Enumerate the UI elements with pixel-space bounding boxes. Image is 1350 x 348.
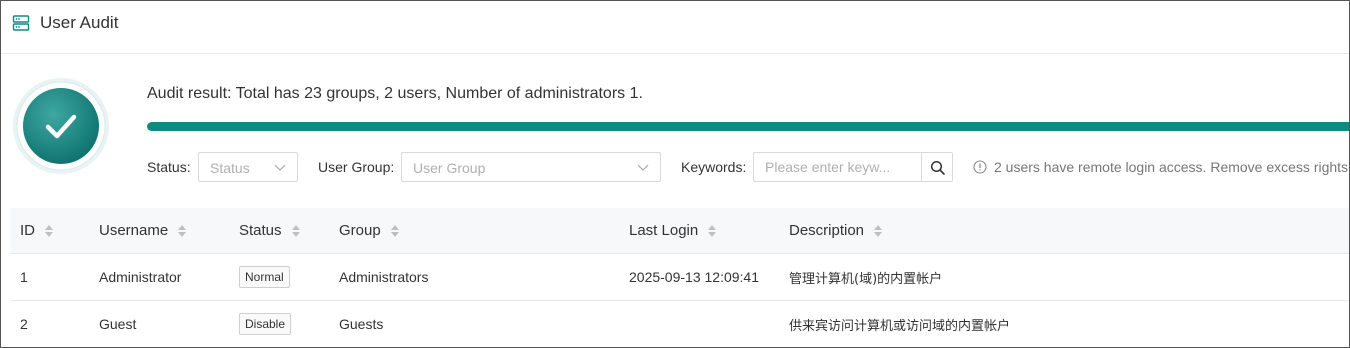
group-filter-label: User Group:	[318, 159, 395, 175]
sort-icon[interactable]	[45, 224, 53, 238]
status-badge: Normal	[239, 266, 290, 288]
chevron-down-icon	[274, 164, 286, 171]
search-icon	[930, 160, 945, 175]
cell-status: Disable	[239, 301, 292, 347]
sort-icon[interactable]	[390, 224, 399, 238]
cell-status: Normal	[239, 254, 290, 300]
cell-username: Guest	[99, 316, 137, 332]
column-header-group[interactable]: Group	[339, 208, 399, 253]
cell-id: 1	[20, 269, 28, 285]
panel-header: User Audit	[1, 1, 1349, 54]
cell-last-login: 2025-09-13 12:09:41	[629, 269, 759, 285]
column-header-id[interactable]: ID	[20, 208, 53, 253]
search-button[interactable]	[921, 152, 953, 182]
table-header: ID Username Status Group Last Login Desc…	[10, 208, 1349, 254]
column-header-status[interactable]: Status	[239, 208, 300, 253]
cell-id: 2	[20, 316, 28, 332]
cell-description: 供来宾访问计算机或访问域的内置帐户	[789, 318, 1011, 334]
column-header-label: Group	[339, 222, 381, 239]
audit-progress-fill	[147, 122, 1349, 131]
column-header-label: Status	[239, 222, 282, 239]
status-badge: Disable	[239, 313, 292, 335]
cell-group: Guests	[339, 316, 384, 332]
cell-description: 管理计算机(域)的内置帐户	[789, 271, 943, 287]
remote-access-notice: 2 users have remote login access. Remove…	[973, 159, 1350, 175]
cell-username: Administrator	[99, 269, 182, 285]
chevron-down-icon	[637, 164, 649, 171]
column-header-username[interactable]: Username	[99, 208, 187, 253]
table-row[interactable]: 1 Administrator Normal Administrators 20…	[10, 254, 1349, 301]
column-header-last-login[interactable]: Last Login	[629, 208, 717, 253]
users-table: ID Username Status Group Last Login Desc…	[10, 208, 1349, 347]
sort-icon[interactable]	[291, 224, 300, 238]
column-header-label: ID	[20, 222, 35, 239]
page-title: User Audit	[40, 13, 119, 32]
column-header-label: Description	[789, 222, 865, 239]
status-select[interactable]: Status	[198, 152, 298, 182]
column-header-label: Last Login	[629, 222, 699, 239]
keywords-input[interactable]	[753, 152, 921, 182]
user-audit-panel: User Audit Audit result: Total has 23 gr…	[0, 0, 1350, 348]
keywords-label: Keywords:	[681, 159, 747, 175]
audit-summary: Audit result: Total has 23 groups, 2 use…	[147, 85, 643, 102]
checkmark-icon	[13, 78, 109, 174]
info-icon	[973, 160, 987, 174]
sort-icon[interactable]	[178, 224, 187, 238]
column-header-label: Username	[99, 222, 169, 239]
table-row[interactable]: 2 Guest Disable Guests 供来宾访问计算机或访问域的内置帐户	[10, 301, 1349, 347]
column-header-description[interactable]: Description	[789, 208, 883, 253]
server-icon	[12, 15, 30, 31]
status-select-placeholder: Status	[210, 160, 250, 176]
notice-text: 2 users have remote login access. Remove…	[994, 159, 1350, 175]
group-select[interactable]: User Group	[401, 152, 661, 182]
status-filter-label: Status:	[147, 159, 191, 175]
group-select-placeholder: User Group	[413, 160, 486, 176]
sort-icon[interactable]	[874, 224, 883, 238]
audit-progress-bar	[147, 122, 1349, 131]
sort-icon[interactable]	[708, 224, 717, 238]
cell-group: Administrators	[339, 269, 429, 285]
